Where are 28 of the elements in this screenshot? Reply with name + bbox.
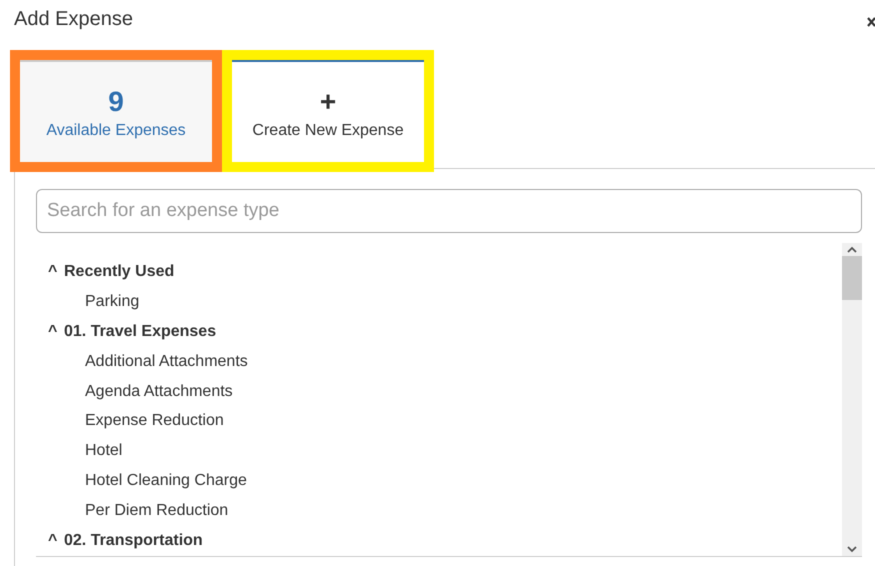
list-item[interactable]: Hotel [48,436,122,466]
count-label: 9 [108,87,124,117]
group-label: 02. Transportation [64,531,203,552]
scroll-down-icon[interactable] [847,545,857,553]
close-icon[interactable] [867,17,875,27]
list-item[interactable]: Agenda Attachments [48,376,233,407]
group-header[interactable]: ^ 01. Travel Expenses [48,316,842,347]
list-item[interactable]: Hotel Cleaning Charge [48,466,247,496]
tab[interactable]: 9 Available Expenses [20,60,212,162]
window-title: Add Expense [14,7,133,32]
tab-label: Available Expenses [46,121,186,141]
list-item[interactable]: Additional Attachments [48,346,248,377]
tab-label: Create New Expense [252,121,404,141]
scrollbar[interactable] [842,243,862,556]
list-item[interactable]: Expense Reduction [48,406,224,436]
caret-icon: ^ [48,264,64,280]
list-item[interactable]: Parking [48,286,140,317]
scroll-thumb[interactable] [842,256,862,300]
group-label: 01. Travel Expenses [64,322,216,342]
group-label: Recently Used [64,262,174,282]
caret-icon: ^ [48,533,64,550]
list-item[interactable]: Per Diem Reduction [48,496,228,526]
group-header[interactable]: ^ 02. Transportation [48,526,842,556]
group-header[interactable]: ^ Recently Used [48,257,842,287]
scroll-up-icon[interactable] [847,246,857,254]
search-field[interactable]: Search for an expense type [36,189,862,233]
caret-icon: ^ [48,324,64,340]
plus-icon: + [320,87,336,117]
